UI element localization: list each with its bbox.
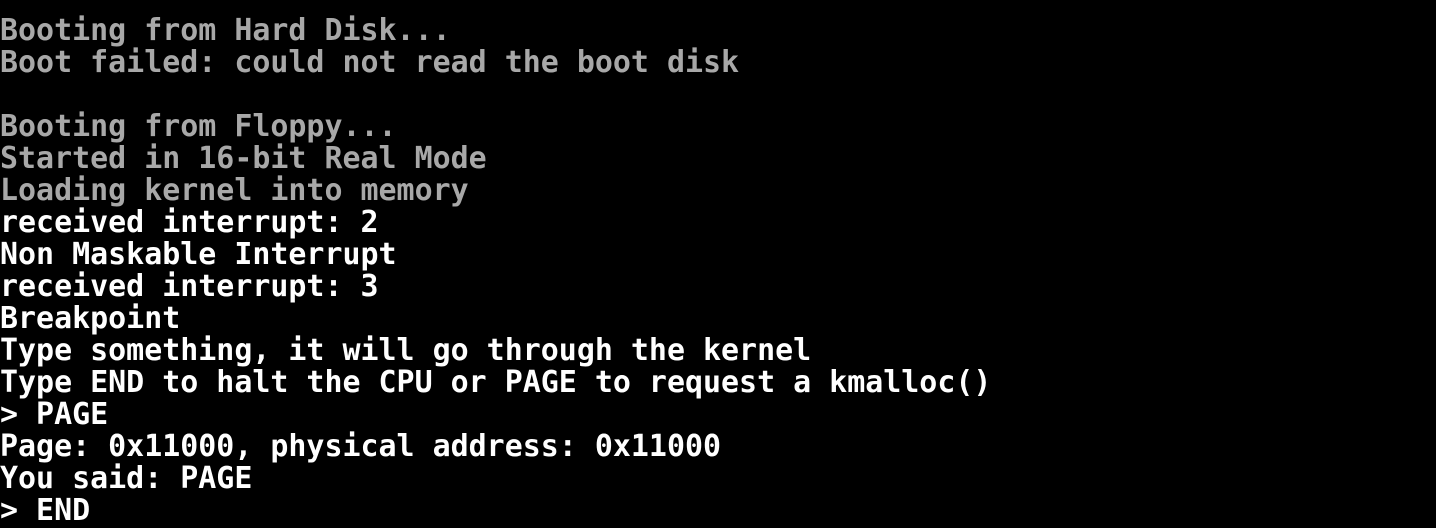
console-line: Non Maskable Interrupt xyxy=(0,237,397,272)
console-line: received interrupt: 3 xyxy=(0,269,379,304)
console-line: Type something, it will go through the k… xyxy=(0,333,812,368)
console-prompt-line: > PAGE xyxy=(0,397,109,432)
console-line: Breakpoint xyxy=(0,301,181,336)
bios-console-screen[interactable]: Booting from Hard Disk... Boot failed: c… xyxy=(0,0,1436,528)
console-line: Page: 0x11000, physical address: 0x11000 xyxy=(0,429,722,464)
console-line: Booting from Floppy... xyxy=(0,109,397,144)
console-line: Booting from Hard Disk... xyxy=(0,13,451,48)
console-line: Type END to halt the CPU or PAGE to requ… xyxy=(0,365,992,400)
console-line: Loading kernel into memory xyxy=(0,173,469,208)
console-line: Boot failed: could not read the boot dis… xyxy=(0,45,740,80)
console-prompt-line: > END xyxy=(0,493,91,528)
console-line: received interrupt: 2 xyxy=(0,205,379,240)
console-output: Booting from Hard Disk... Boot failed: c… xyxy=(0,15,1436,527)
console-line: You said: PAGE xyxy=(0,461,253,496)
console-line: Started in 16-bit Real Mode xyxy=(0,141,487,176)
